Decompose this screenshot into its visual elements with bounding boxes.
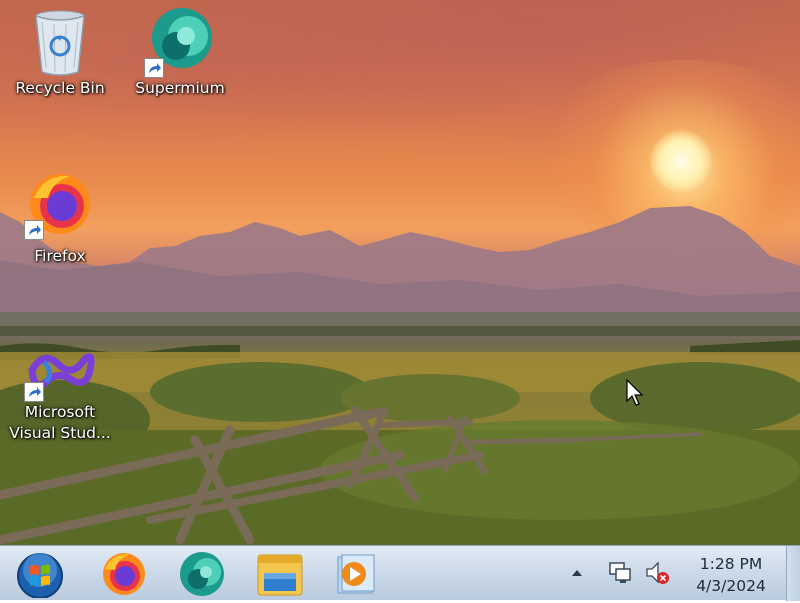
taskbar: 1:28 PM 4/3/2024 <box>0 545 800 601</box>
desktop-icon-recycle-bin[interactable]: Recycle Bin <box>5 6 115 99</box>
show-hidden-icons-arrow-icon[interactable] <box>569 566 585 580</box>
desktop-icon-label: Microsoft <box>24 403 96 421</box>
desktop-icon-label: Supermium <box>135 79 225 97</box>
desktop-icon-visual-studio[interactable]: Microsoft Visual Stud... <box>5 342 115 444</box>
windows-start-orb-icon <box>17 553 63 599</box>
show-desktop-button[interactable] <box>786 546 800 601</box>
supermium-icon <box>144 6 216 78</box>
desktop-icon-label: Firefox <box>34 247 86 265</box>
visual-studio-icon <box>24 342 96 402</box>
firefox-icon <box>24 168 96 240</box>
shortcut-arrow-icon <box>144 58 164 78</box>
taskbar-button-firefox[interactable] <box>94 549 154 599</box>
folder-explorer-icon <box>257 554 303 596</box>
desktop-icon-firefox[interactable]: Firefox <box>5 168 115 267</box>
shortcut-arrow-icon <box>24 220 44 240</box>
taskbar-button-supermium[interactable] <box>172 549 232 599</box>
desktop-icon-label-line2: Visual Stud... <box>9 424 111 442</box>
desktop-wallpaper[interactable]: Recycle Bin Supermium Firefox Microsoft … <box>0 0 800 545</box>
start-button[interactable] <box>13 550 67 599</box>
desktop-icon-supermium[interactable]: Supermium <box>125 6 235 99</box>
network-icon[interactable] <box>607 560 635 586</box>
supermium-icon <box>180 552 224 596</box>
taskbar-button-media-player[interactable] <box>326 549 386 599</box>
recycle-bin-icon <box>24 6 96 78</box>
clock-time: 1:28 PM <box>699 555 763 573</box>
taskbar-button-explorer[interactable] <box>250 549 310 599</box>
firefox-icon <box>103 553 145 595</box>
clock[interactable]: 1:28 PM 4/3/2024 <box>672 553 790 597</box>
mouse-cursor-icon <box>626 379 644 406</box>
desktop-icon-label: Recycle Bin <box>15 79 105 97</box>
clock-date: 4/3/2024 <box>696 577 766 595</box>
wallpaper-landscape <box>0 206 800 545</box>
volume-muted-icon[interactable] <box>644 560 672 586</box>
media-player-icon <box>337 554 375 594</box>
shortcut-arrow-icon <box>24 382 44 402</box>
